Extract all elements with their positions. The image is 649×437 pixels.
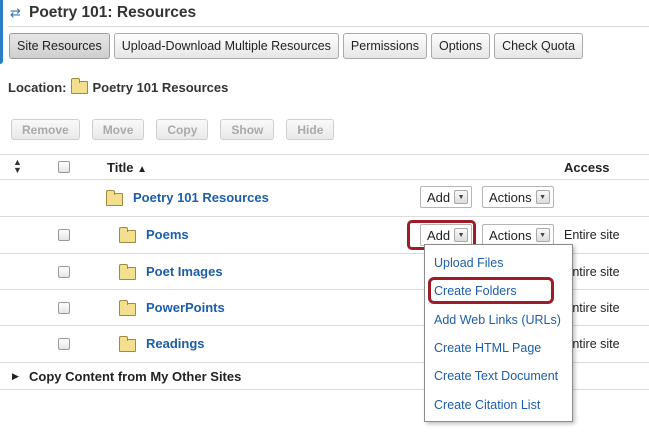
header-divider [8,26,649,27]
menu-item-create-html-page[interactable]: Create HTML Page [434,341,541,355]
show-button[interactable]: Show [220,119,275,140]
folder-icon [119,264,136,280]
add-menu: Upload Files Create Folders Add Web Link… [424,244,573,422]
folder-icon [70,78,88,94]
add-dropdown[interactable]: Add ▼ [420,224,473,246]
bulk-action-bar: Remove Move Copy Show Hide [11,119,346,140]
folder-link[interactable]: Poetry 101 Resources [133,190,269,205]
folder-icon [119,227,136,243]
chevron-down-icon: ▼ [454,190,469,204]
select-all-checkbox[interactable] [58,161,70,173]
refresh-icon[interactable]: ⇄ [10,5,24,21]
copy-content-label[interactable]: Copy Content from My Other Sites [29,369,241,384]
move-button[interactable]: Move [91,119,145,140]
title-column-header[interactable]: Title ▲ [107,160,147,175]
tool-tabs: Site Resources Upload-Download Multiple … [9,33,584,59]
page-title: Poetry 101: Resources [29,4,197,21]
hide-button[interactable]: Hide [286,119,335,140]
remove-button[interactable]: Remove [11,119,80,140]
location-breadcrumb: Location: Poetry 101 Resources [8,78,229,95]
menu-item-upload-files[interactable]: Upload Files [434,256,503,270]
tab-permissions[interactable]: Permissions [342,33,427,59]
access-column-header: Access [564,160,610,175]
tab-upload-download[interactable]: Upload-Download Multiple Resources [113,33,339,59]
menu-item-create-text-document[interactable]: Create Text Document [434,369,558,383]
row-checkbox[interactable] [58,229,70,241]
chevron-down-icon: ▼ [535,190,550,204]
menu-item-add-web-links[interactable]: Add Web Links (URLs) [434,313,561,327]
expand-collapse-icon[interactable]: ▲ ▼ [13,158,22,175]
chevron-down-icon: ▼ [454,228,469,242]
sort-ascending-icon: ▲ [137,164,148,175]
folder-icon [119,336,136,352]
table-header: ▲ ▼ Title ▲ Access [0,154,649,178]
menu-item-create-folders[interactable]: Create Folders [434,284,517,298]
tab-check-quota[interactable]: Check Quota [494,33,584,59]
actions-dropdown[interactable]: Actions ▼ [482,224,554,246]
expand-triangle-icon[interactable]: ▶ [12,371,19,382]
left-accent-bar [0,0,3,64]
menu-item-create-citation-list[interactable]: Create Citation List [434,398,540,412]
actions-dropdown[interactable]: Actions ▼ [482,186,554,208]
table-row-root: Poetry 101 Resources Add ▼ Actions ▼ [0,179,649,215]
tab-options[interactable]: Options [430,33,491,59]
location-label: Location: [8,80,67,95]
row-checkbox[interactable] [58,302,70,314]
page-header: ⇄ Poetry 101: Resources [10,4,196,22]
access-value: Entire site [564,228,620,242]
folder-icon [106,190,123,206]
folder-link[interactable]: Readings [146,336,205,351]
row-checkbox[interactable] [58,266,70,278]
row-checkbox[interactable] [58,338,70,350]
folder-link[interactable]: Poems [146,227,189,242]
folder-link[interactable]: Poet Images [146,264,223,279]
copy-button[interactable]: Copy [156,119,209,140]
folder-link[interactable]: PowerPoints [146,300,225,315]
location-folder-name: Poetry 101 Resources [92,80,229,95]
chevron-down-icon: ▼ [535,228,550,242]
folder-icon [119,300,136,316]
add-dropdown[interactable]: Add ▼ [420,186,473,208]
tab-site-resources[interactable]: Site Resources [9,33,110,59]
